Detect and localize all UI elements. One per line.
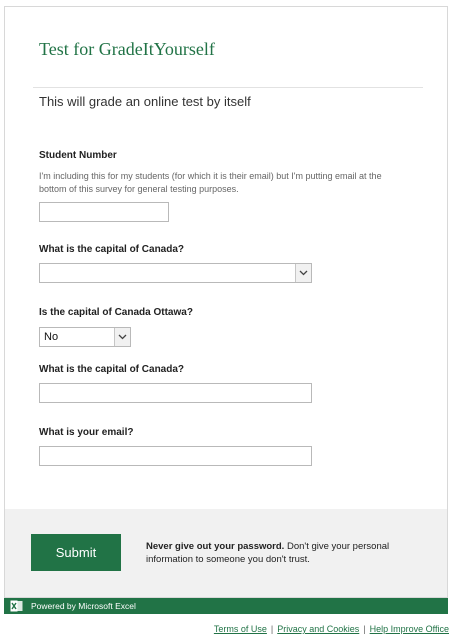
survey-form: Test for GradeItYourself This will grade… xyxy=(4,6,448,598)
question-label-capital-select: What is the capital of Canada? xyxy=(39,244,185,255)
form-title: Test for GradeItYourself xyxy=(39,39,215,59)
password-warning-bold: Never give out your password. xyxy=(146,541,285,552)
title-divider xyxy=(33,87,423,88)
student-number-input[interactable] xyxy=(39,202,169,222)
email-input[interactable] xyxy=(39,446,312,466)
form-description: This will grade an online test by itself xyxy=(39,94,251,109)
link-separator: | xyxy=(363,624,366,634)
footer-links: Terms of Use | Privacy and Cookies | Hel… xyxy=(214,624,449,634)
ottawa-select-value: No xyxy=(44,331,59,343)
submit-button[interactable]: Submit xyxy=(31,534,121,571)
link-separator: | xyxy=(270,624,274,634)
ottawa-select[interactable]: No xyxy=(39,327,131,347)
chevron-down-icon[interactable] xyxy=(295,264,311,282)
excel-icon xyxy=(10,600,23,612)
powered-by-text: Powered by Microsoft Excel xyxy=(31,601,136,611)
question-label-student-number: Student Number xyxy=(39,150,117,161)
question-label-ottawa: Is the capital of Canada Ottawa? xyxy=(39,307,193,318)
capital-text-input[interactable] xyxy=(39,383,312,403)
question-label-capital-text: What is the capital of Canada? xyxy=(39,364,185,375)
submit-band: Submit Never give out your password. Don… xyxy=(5,509,447,597)
question-label-email: What is your email? xyxy=(39,427,134,438)
terms-of-use-link[interactable]: Terms of Use xyxy=(214,624,267,634)
privacy-cookies-link[interactable]: Privacy and Cookies xyxy=(277,624,359,634)
question-help-student-number: I'm including this for my students (for … xyxy=(39,171,382,194)
password-warning: Never give out your password. Don't give… xyxy=(146,540,436,566)
help-improve-office-link[interactable]: Help Improve Office xyxy=(370,624,449,634)
chevron-down-icon[interactable] xyxy=(114,328,130,346)
powered-by-bar: Powered by Microsoft Excel xyxy=(4,598,448,614)
capital-select[interactable] xyxy=(39,263,312,283)
